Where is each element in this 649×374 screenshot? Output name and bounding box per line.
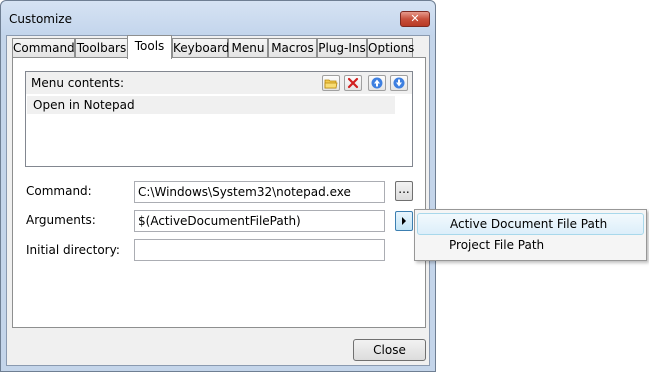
browse-button[interactable]: ... xyxy=(395,181,413,201)
tab-tools[interactable]: Tools xyxy=(127,35,172,59)
tab-toolbars[interactable]: Toolbars xyxy=(75,38,128,58)
window-close-button[interactable] xyxy=(400,11,430,27)
delete-button[interactable] xyxy=(344,75,362,91)
move-up-button[interactable] xyxy=(368,75,386,91)
tab-keyboard[interactable]: Keyboard xyxy=(172,38,229,58)
menu-contents-header: Menu contents: xyxy=(26,72,412,94)
arguments-field[interactable]: $(ActiveDocumentFilePath) xyxy=(134,210,385,232)
initial-directory-label: Initial directory: xyxy=(26,243,120,257)
title-bar[interactable]: Customize xyxy=(1,1,435,35)
menu-contents-list[interactable]: Menu contents: Open in Notepad xyxy=(25,71,413,167)
move-down-icon xyxy=(393,77,405,89)
tab-options[interactable]: Options xyxy=(367,38,414,58)
command-label: Command: xyxy=(26,184,92,198)
tab-menu[interactable]: Menu xyxy=(228,38,268,58)
move-down-button[interactable] xyxy=(390,75,408,91)
arguments-menu-button[interactable] xyxy=(395,211,413,231)
list-item[interactable]: Open in Notepad xyxy=(27,96,395,114)
command-field[interactable]: C:\Windows\System32\notepad.exe xyxy=(134,181,385,203)
tab-commands[interactable]: Commands xyxy=(12,38,81,58)
window-title: Customize xyxy=(9,12,72,26)
tab-plug-ins[interactable]: Plug-Ins xyxy=(317,38,367,58)
tab-macros[interactable]: Macros xyxy=(268,38,317,58)
arguments-popup-menu: Active Document File Path Project File P… xyxy=(414,209,647,261)
new-folder-button[interactable] xyxy=(322,75,340,91)
move-up-icon xyxy=(371,77,383,89)
arguments-label: Arguments: xyxy=(26,213,96,227)
initial-directory-field[interactable] xyxy=(134,239,385,261)
menu-contents-label: Menu contents: xyxy=(31,76,124,90)
menu-item-active-document-file-path[interactable]: Active Document File Path xyxy=(417,213,644,235)
new-folder-icon xyxy=(324,79,338,89)
delete-icon xyxy=(347,77,359,89)
menu-item-project-file-path[interactable]: Project File Path xyxy=(417,235,644,257)
close-button[interactable]: Close xyxy=(353,339,426,361)
